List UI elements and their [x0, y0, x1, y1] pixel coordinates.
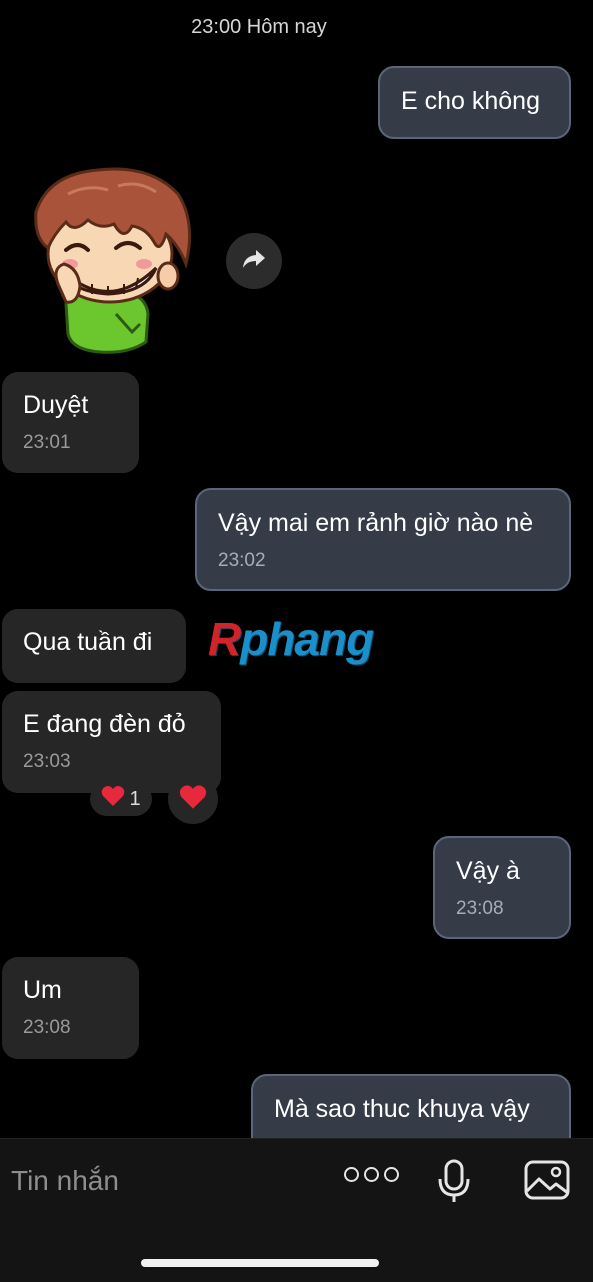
message-time: 23:03 [23, 751, 71, 772]
message-text: Qua tuần đi [23, 628, 153, 656]
message-outgoing[interactable]: E cho không [378, 66, 571, 139]
message-text: Duyệt [23, 391, 89, 419]
message-text: Vậy à [456, 857, 520, 885]
message-time: 23:01 [23, 432, 71, 453]
heart-icon [179, 784, 207, 815]
message-input[interactable]: Tin nhắn [11, 1165, 119, 1197]
grinning-boy-sticker[interactable] [28, 164, 198, 359]
watermark-logo: Rphang [208, 612, 374, 666]
message-incoming[interactable]: Duyệt 23:01 [2, 372, 139, 473]
message-text: E cho không [401, 87, 540, 115]
watermark-rest: phang [240, 613, 374, 665]
reaction-count: 1 [129, 787, 141, 810]
message-text: E đang đèn đỏ [23, 710, 186, 738]
react-heart-button[interactable] [168, 774, 218, 824]
reaction-badge[interactable]: 1 [90, 782, 152, 816]
microphone-icon[interactable] [437, 1159, 471, 1208]
watermark-first: R [208, 613, 241, 665]
message-text: Mà sao thuc khuya vậy [274, 1095, 530, 1123]
message-incoming[interactable]: Um 23:08 [2, 957, 139, 1059]
chat-view[interactable]: 23:00 Hôm nay E cho không Duyệt 23:01 Vậ… [0, 0, 593, 1138]
image-icon[interactable] [524, 1159, 570, 1206]
message-text: Um [23, 976, 62, 1004]
message-time: 23:08 [456, 898, 504, 919]
message-time: 23:02 [218, 550, 266, 571]
message-outgoing[interactable]: Vậy à 23:08 [433, 836, 571, 939]
home-indicator[interactable] [141, 1259, 379, 1267]
message-incoming[interactable]: Qua tuần đi [2, 609, 186, 683]
forward-icon [242, 249, 266, 274]
message-outgoing[interactable]: Mà sao thuc khuya vậy [251, 1074, 571, 1138]
heart-icon [101, 785, 125, 813]
forward-button[interactable] [226, 233, 282, 289]
message-outgoing[interactable]: Vậy mai em rảnh giờ nào nè 23:02 [195, 488, 571, 591]
message-text: Vậy mai em rảnh giờ nào nè [218, 509, 534, 537]
message-time: 23:08 [23, 1017, 71, 1038]
more-icon[interactable] [344, 1167, 399, 1182]
date-separator: 23:00 Hôm nay [191, 16, 327, 38]
